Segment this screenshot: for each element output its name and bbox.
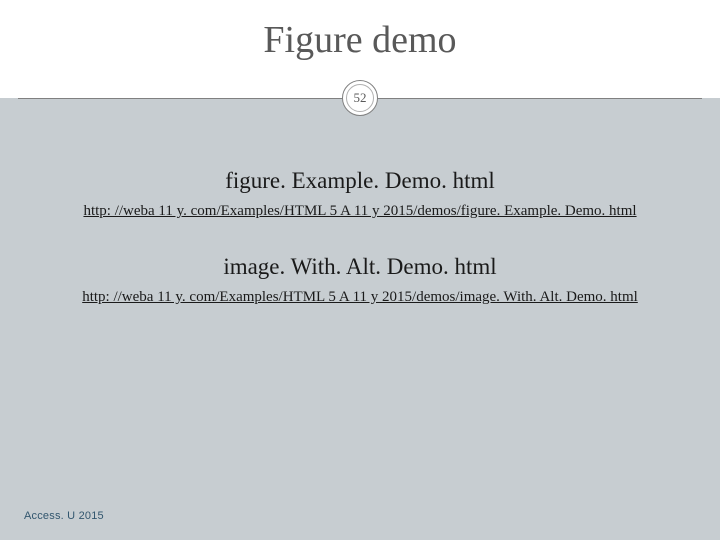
demo-link-2[interactable]: http: //weba 11 y. com/Examples/HTML 5 A… [82, 289, 638, 306]
slide: Figure demo 52 figure. Example. Demo. ht… [0, 0, 720, 540]
page-number: 52 [346, 84, 374, 112]
page-number-badge: 52 [342, 80, 378, 116]
demo-heading-1: figure. Example. Demo. html [0, 168, 720, 194]
slide-title: Figure demo [0, 18, 720, 62]
body-region: figure. Example. Demo. html http: //weba… [0, 98, 720, 540]
demo-link-1[interactable]: http: //weba 11 y. com/Examples/HTML 5 A… [83, 203, 636, 220]
footer-text: Access. U 2015 [24, 510, 104, 522]
demo-heading-2: image. With. Alt. Demo. html [0, 254, 720, 280]
